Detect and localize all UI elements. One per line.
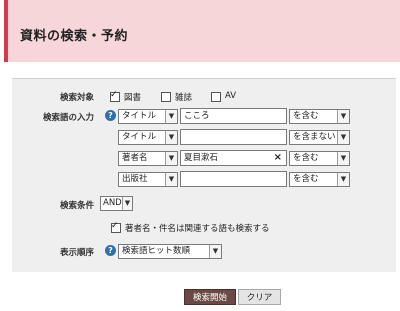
- term-field-select-1[interactable]: タイトル ▼: [118, 109, 178, 124]
- clear-button[interactable]: クリア: [238, 289, 281, 305]
- chevron-down-icon: ▼: [165, 152, 177, 165]
- operator-select[interactable]: AND ▼: [100, 196, 133, 211]
- help-icon[interactable]: ?: [105, 110, 116, 121]
- order-label: 表示順序: [59, 248, 94, 258]
- related-terms-checkbox[interactable]: [111, 221, 121, 233]
- term-field-select-3[interactable]: 著者名 ▼: [118, 151, 178, 166]
- chevron-down-icon: ▼: [165, 131, 177, 144]
- term-input-1[interactable]: こころ: [180, 108, 287, 124]
- term-condition-select-2[interactable]: を含まない ▼: [289, 130, 350, 145]
- term-condition-select-4[interactable]: を含む ▼: [289, 172, 350, 187]
- chevron-down-icon: ▼: [165, 173, 177, 186]
- target-label: 検索対象: [59, 93, 94, 103]
- chevron-down-icon: ▼: [122, 197, 132, 210]
- sort-order-select[interactable]: 検索語ヒット数順 ▼: [118, 244, 222, 259]
- search-form-panel: 検索対象 図書 雑誌 AV 検索語の入力 ? タイトル▼ こころ を含む▼ タイ…: [12, 78, 396, 272]
- related-terms-label: 著者名・件名は関連する語も検索する: [125, 224, 270, 234]
- page-title: 資料の検索・予約: [20, 29, 129, 44]
- chevron-down-icon: ▼: [337, 152, 349, 165]
- target-magazines-label: 雑誌: [175, 93, 193, 103]
- clear-input-icon[interactable]: ×: [274, 151, 282, 165]
- chevron-down-icon: ▼: [337, 173, 349, 186]
- terms-label: 検索語の入力: [42, 113, 94, 123]
- chevron-down-icon: ▼: [337, 131, 349, 144]
- target-books-checkbox[interactable]: [110, 90, 120, 102]
- term-field-select-4[interactable]: 出版社 ▼: [118, 172, 178, 187]
- term-condition-select-1[interactable]: を含む ▼: [289, 109, 350, 124]
- target-av-label: AV: [225, 91, 237, 101]
- term-field-select-2[interactable]: タイトル ▼: [118, 130, 178, 145]
- chevron-down-icon: ▼: [209, 245, 221, 258]
- target-av-checkbox[interactable]: [211, 92, 221, 102]
- chevron-down-icon: ▼: [165, 110, 177, 123]
- page-header: 資料の検索・予約: [4, 0, 400, 62]
- term-condition-select-3[interactable]: を含む ▼: [289, 151, 350, 166]
- term-input-4[interactable]: [180, 171, 287, 187]
- term-input-3[interactable]: 夏目漱石 ×: [180, 150, 287, 166]
- target-magazines-checkbox[interactable]: [161, 92, 171, 102]
- condition-label: 検索条件: [59, 201, 94, 211]
- help-icon[interactable]: ?: [105, 245, 116, 256]
- search-button[interactable]: 検索開始: [184, 289, 236, 305]
- target-books-label: 図書: [124, 93, 142, 103]
- chevron-down-icon: ▼: [337, 110, 349, 123]
- term-input-2[interactable]: [180, 129, 287, 145]
